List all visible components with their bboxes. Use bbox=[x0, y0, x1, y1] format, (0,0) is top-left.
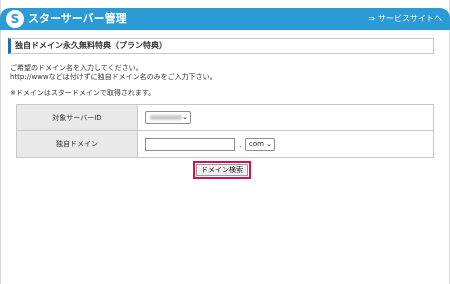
logo-letter: S bbox=[10, 12, 20, 26]
service-site-link-label: サービスサイトへ bbox=[378, 14, 442, 23]
search-button-highlight: ドメイン検索 bbox=[193, 161, 251, 179]
chevron-down-icon: ⌄ bbox=[182, 113, 188, 121]
server-id-select[interactable]: ⌄ bbox=[145, 111, 191, 124]
logo-icon: S bbox=[6, 10, 24, 28]
domain-field: . com ⌄ bbox=[139, 131, 433, 157]
app-header: S スターサーバー管理 ⇒ サービスサイトへ bbox=[0, 8, 450, 30]
domain-input[interactable] bbox=[145, 138, 235, 151]
tld-select[interactable]: com ⌄ bbox=[245, 138, 275, 151]
chevron-down-icon: ⌄ bbox=[266, 140, 272, 148]
tld-separator: . bbox=[239, 140, 242, 149]
domain-search-button[interactable]: ドメイン検索 bbox=[196, 164, 248, 176]
server-id-label: 対象サーバーID bbox=[17, 105, 138, 130]
description-note: ※ドメインはスタードメインで取得されます。 bbox=[10, 89, 156, 97]
domain-label: 独自ドメイン bbox=[17, 131, 138, 157]
domain-form-table: 対象サーバーID ⌄ 独自ドメイン . com ⌄ bbox=[16, 104, 434, 158]
app-title: スターサーバー管理 bbox=[28, 12, 127, 25]
arrow-right-icon: ⇒ bbox=[368, 14, 375, 23]
tld-selected-value: com bbox=[249, 140, 264, 148]
domain-row: 独自ドメイン . com ⌄ bbox=[17, 131, 433, 157]
server-id-field: ⌄ bbox=[139, 105, 433, 130]
section-title: 独自ドメイン永久無料特典（プラン特典） bbox=[8, 38, 434, 54]
server-id-row: 対象サーバーID ⌄ bbox=[17, 105, 433, 131]
description-line-2: http://wwwなどは付けずに独自ドメイン名のみをご入力下さい。 bbox=[10, 73, 217, 81]
service-site-link[interactable]: ⇒ サービスサイトへ bbox=[368, 8, 442, 30]
blurred-server-id bbox=[150, 115, 182, 120]
